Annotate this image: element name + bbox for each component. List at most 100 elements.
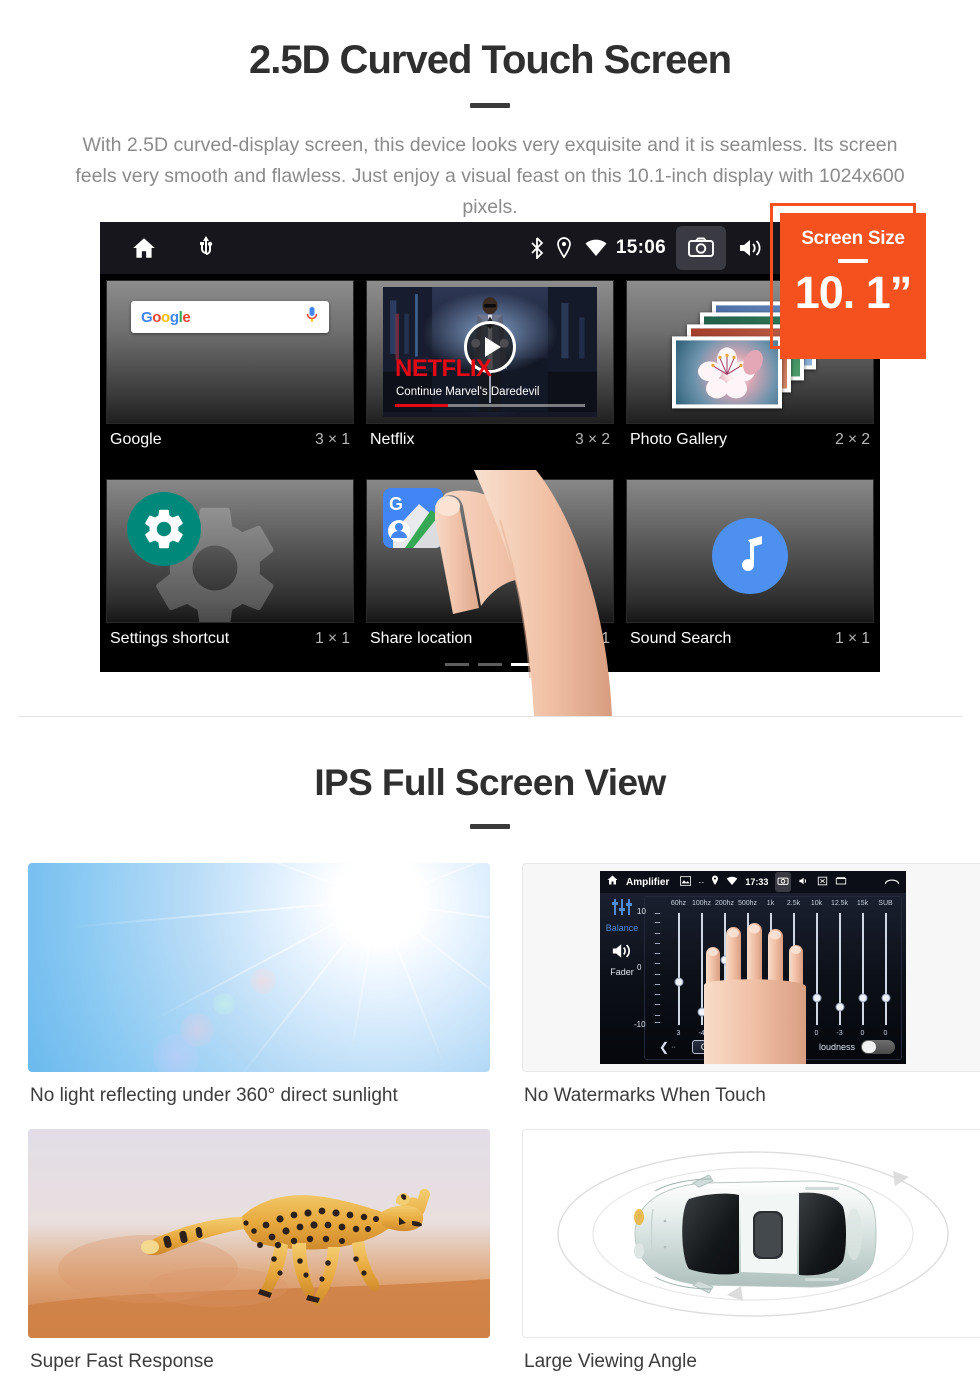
settings-shortcut-widget-preview[interactable] [106,479,354,623]
tile-caption: Super Fast Response [30,1351,214,1372]
band-label: SUB [878,900,893,907]
ips-full-screen-view-section: IPS Full Screen View No light reflecting… [0,716,980,1395]
scale-max: 10 [637,907,646,916]
feature-tile-viewing-angle: Large Viewing Angle [522,1129,980,1395]
widget-label-settings-shortcut: Settings shortcut 1 × 1 [106,623,354,648]
widget-cell-settings-shortcut[interactable]: Settings shortcut 1 × 1 [100,473,360,672]
eq-slider[interactable] [667,913,690,1025]
fader-icon[interactable] [600,941,644,966]
widget-size: 2 × 2 [835,431,870,448]
section2-title: IPS Full Screen View [314,762,666,803]
band-label: 2.5k [786,900,801,907]
car-rotation-illustration [557,1150,949,1317]
wifi-icon [726,873,738,891]
widget-name: Settings shortcut [110,630,230,647]
usb-icon [198,236,214,260]
eq-slider[interactable] [851,913,874,1025]
feature-tiles-grid: No light reflecting under 360° direct su… [0,863,980,1395]
music-note-icon[interactable] [712,518,788,594]
widget-label-netflix: Netflix 3 × 2 [366,424,614,449]
widget-cell-google[interactable]: Google Google 3 × 1 [100,274,360,473]
page-dot[interactable] [445,663,469,666]
band-label: 10k [810,900,823,907]
amplifier-status-bar: Amplifier ·· 17:33 [600,871,906,893]
netflix-logo: NETFLIX [395,355,492,382]
more-icon[interactable]: ·· [698,877,704,887]
gain-scale: 10 0 -10 [634,907,665,1029]
google-logo: Google [141,308,191,326]
recents-icon[interactable] [835,873,847,891]
badge-divider [838,259,868,263]
volume-icon[interactable] [726,226,776,270]
google-search-widget-preview[interactable]: Google [106,280,354,424]
eq-value: -3 [836,1030,843,1037]
car-top-view-image [522,1129,980,1338]
tile-caption: No light reflecting under 360° direct su… [30,1085,398,1106]
amplifier-screen: Amplifier ·· 17:33 Balance Fader 60hz 10… [600,871,906,1064]
widget-size: 3 × 1 [315,431,350,448]
balance-label[interactable]: Balance [600,923,644,933]
location-icon [556,237,572,259]
camera-icon[interactable] [775,872,792,892]
equalizer-side-panel: Balance Fader [600,893,644,1064]
settings-gear-icon[interactable] [127,492,201,566]
wifi-icon [584,238,608,258]
band-label: 500hz [737,900,758,907]
amplifier-clock: 17:33 [745,877,769,887]
screen-size-value: 10. 1” [794,267,913,318]
netflix-widget-preview[interactable]: NETFLIX Continue Marvel's Daredevil [366,280,614,424]
widget-cell-sound-search[interactable]: Sound Search 1 × 1 [620,473,880,672]
hand-arm-overlay [474,470,612,716]
home-icon[interactable] [130,235,158,261]
amplifier-image: Amplifier ·· 17:33 Balance Fader 60hz 10… [522,863,980,1072]
widget-size: 3 × 2 [575,431,610,448]
home-icon[interactable] [606,873,619,891]
eq-value: 3 [676,1030,681,1037]
widget-label-photo-gallery: Photo Gallery 2 × 2 [626,424,874,449]
volume-icon[interactable] [798,873,810,891]
widget-name: Photo Gallery [630,431,727,448]
feature-tile-sunlight: No light reflecting under 360° direct su… [28,863,490,1129]
screen-size-label: Screen Size [801,228,905,249]
back-arrow-icon[interactable]: ❮ [659,1040,669,1054]
running-cheetah-illustration [28,1129,490,1338]
tile-caption: Large Viewing Angle [524,1351,697,1372]
widget-name: Google [110,431,162,448]
close-icon[interactable] [817,873,828,891]
location-icon [711,873,719,891]
status-bar: 15:06 [100,222,880,274]
sound-search-widget-preview[interactable] [626,479,874,623]
mic-icon[interactable] [305,306,319,329]
scale-mid: 0 [637,963,642,973]
widget-cell-netflix[interactable]: NETFLIX Continue Marvel's Daredevil Netf… [360,274,620,473]
eq-value: 0 [883,1030,888,1037]
band-label: 60hz [670,900,687,907]
band-label: 100hz [691,900,712,907]
search-input[interactable]: Google [131,301,329,333]
touching-hand-five-fingers [704,923,806,1064]
eq-slider[interactable] [828,913,851,1025]
widget-label-sound-search: Sound Search 1 × 1 [626,623,874,648]
feature-tile-fast-response: Super Fast Response [28,1129,490,1395]
band-label: 15k [856,900,869,907]
eq-value: 0 [860,1030,865,1037]
gallery-icon[interactable] [680,873,692,891]
loudness-toggle[interactable] [861,1040,895,1054]
preset-dots-icon: ·· [671,1043,676,1051]
camera-icon[interactable] [676,226,726,270]
widget-name: Share location [370,630,473,647]
widget-size: 1 × 1 [835,630,870,647]
back-icon[interactable] [884,873,900,891]
tile-caption: No Watermarks When Touch [524,1085,766,1106]
eq-slider[interactable] [874,913,897,1025]
widget-name: Netflix [370,431,415,448]
progress-bar [395,404,585,407]
amplifier-title: Amplifier [626,876,670,888]
netflix-subtitle: Continue Marvel's Daredevil [396,386,540,398]
loudness-control[interactable]: loudness [819,1040,895,1054]
widget-size: 1 × 1 [315,630,350,647]
band-label: 1k [766,900,775,907]
frequency-band-labels: 60hz 100hz 200hz 500hz 1k 2.5k 10k 12.5k… [645,897,901,907]
title-divider [470,103,510,108]
band-label: 12.5k [830,900,849,907]
